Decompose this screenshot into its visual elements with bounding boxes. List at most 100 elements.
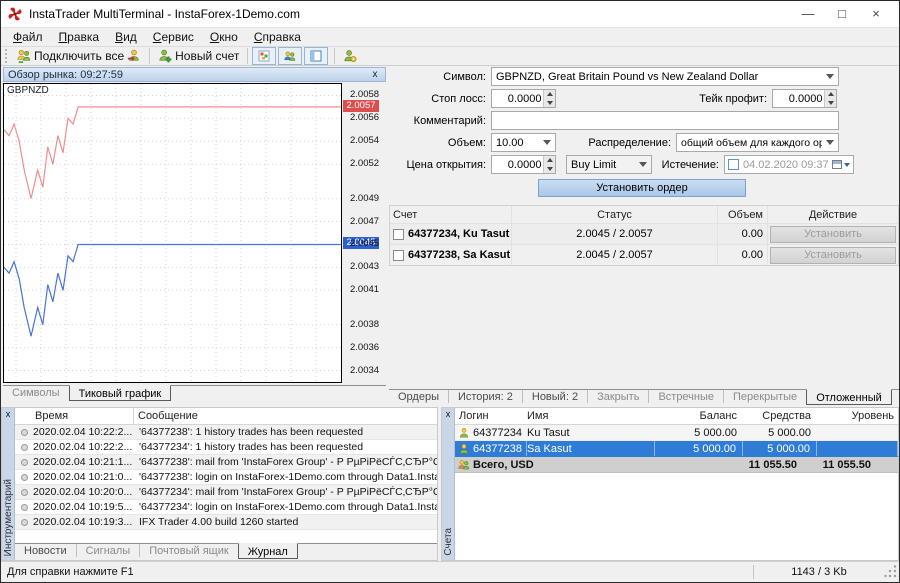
accounts-panel-label: Счета [443, 528, 454, 556]
set-order-button[interactable]: Установить [770, 226, 896, 243]
column-header-action[interactable]: Действие [767, 206, 898, 223]
connect-all-label: Подключить все [34, 49, 124, 63]
y-axis-tick: 2.0056 [350, 112, 379, 123]
menu-view[interactable]: Вид [107, 29, 145, 45]
spin-up-icon[interactable] [544, 90, 555, 99]
status-cell: 2.0045 / 2.0057 [511, 245, 717, 265]
tab-symbols[interactable]: Символы [3, 386, 69, 399]
y-axis-tick: 2.0047 [350, 216, 379, 227]
spin-up-icon[interactable] [544, 156, 555, 165]
take-profit-input[interactable] [773, 90, 824, 107]
calendar-icon [832, 160, 842, 169]
terminal-panel-icon [310, 50, 322, 62]
account-row[interactable]: 64377234 Ku Tasut 5 000.00 5 000.00 [455, 425, 898, 441]
column-header-balance[interactable]: Баланс [655, 410, 743, 422]
journal-close-icon[interactable]: x [6, 409, 11, 419]
stop-loss-spin-buttons[interactable] [543, 90, 555, 107]
open-price-input[interactable] [492, 156, 543, 173]
tab-new[interactable]: Новый: 2 [522, 390, 587, 403]
volume-cell: 0.00 [717, 224, 767, 244]
tab-tick-chart[interactable]: Тиковый график [69, 385, 172, 401]
resize-grip[interactable] [884, 565, 898, 579]
tab-overlapped[interactable]: Перекрытые [723, 390, 806, 403]
account-settings-button[interactable] [339, 47, 361, 65]
terminal-panel-toggle-button[interactable] [304, 47, 328, 65]
tick-chart[interactable]: GBPNZD [3, 83, 342, 383]
accounts-close-icon[interactable]: x [446, 409, 451, 419]
spin-down-icon[interactable] [825, 99, 836, 108]
menu-window[interactable]: Окно [202, 29, 246, 45]
tab-signals[interactable]: Сигналы [76, 544, 140, 557]
expiry-date-field[interactable]: 04.02.2020 09:37 [724, 155, 854, 174]
market-watch-title: Обзор рынка: 09:27:59 [8, 69, 123, 81]
column-header-equity[interactable]: Средства [743, 410, 817, 422]
market-watch-panel: Обзор рынка: 09:27:59 x GBPNZD 2.0057 2.… [3, 67, 386, 406]
column-header-level[interactable]: Уровень [817, 410, 898, 422]
accounts-panel-toggle-button[interactable] [278, 47, 302, 65]
spin-down-icon[interactable] [544, 99, 555, 108]
log-time: 2020.02.04 10:20:0... [33, 486, 133, 498]
chevron-down-icon [639, 162, 647, 167]
symbol-label: Символ: [389, 71, 491, 83]
tab-news[interactable]: Новости [15, 544, 76, 557]
minimize-button[interactable]: — [791, 4, 825, 24]
place-order-button[interactable]: Установить ордер [538, 179, 746, 197]
column-header-name[interactable]: Имя [527, 410, 655, 422]
new-account-button[interactable]: Новый счет [154, 47, 243, 65]
maximize-button[interactable]: □ [825, 4, 859, 24]
calendar-dropdown-button[interactable] [832, 160, 850, 169]
column-header-message[interactable]: Сообщение [133, 408, 437, 424]
tab-history[interactable]: История: 2 [448, 390, 522, 403]
menu-file[interactable]: Файл [5, 29, 51, 45]
symbol-select[interactable]: GBPNZD, Great Britain Pound vs New Zeala… [491, 67, 839, 86]
column-header-login[interactable]: Логин [455, 410, 527, 422]
column-header-time[interactable]: Время [15, 410, 133, 422]
row-checkbox[interactable] [393, 229, 404, 240]
take-profit-spin-buttons[interactable] [824, 90, 836, 107]
stop-loss-input[interactable] [492, 90, 543, 107]
accounts-group-icon [458, 459, 470, 471]
log-message: '64377234': 1 history trades has been re… [133, 441, 437, 453]
column-header-account[interactable]: Счет [390, 209, 511, 221]
log-message: '64377238': mail from 'InstaForex Group'… [133, 456, 437, 468]
volume-select[interactable]: 10.00 [491, 133, 556, 152]
tab-journal[interactable]: Журнал [238, 543, 298, 559]
journal-row: 2020.02.04 10:19:5...'64377234': login o… [15, 500, 437, 515]
order-type-select[interactable]: Buy Limit [566, 155, 652, 174]
menu-help[interactable]: Справка [246, 29, 309, 45]
market-watch-toggle-button[interactable] [252, 47, 276, 65]
ask-price-tag: 2.0057 [343, 100, 379, 112]
spin-down-icon[interactable] [544, 165, 555, 174]
connect-all-button[interactable]: Подключить все [13, 47, 145, 65]
tab-counter[interactable]: Встречные [648, 390, 723, 403]
tab-mailbox[interactable]: Почтовый ящик [139, 544, 237, 557]
journal-panel: x Инструментарий Время Сообщение 2020.02… [1, 407, 438, 561]
column-header-status[interactable]: Статус [511, 206, 717, 223]
market-watch-close-icon[interactable]: x [369, 69, 381, 80]
distribution-select[interactable]: общий объем для каждого ордера [676, 133, 839, 152]
status-cell: 2.0045 / 2.0057 [511, 224, 717, 244]
account-row-selected[interactable]: 64377238 Sa Kasut 5 000.00 5 000.00 [455, 441, 898, 457]
expiry-checkbox[interactable] [728, 159, 739, 170]
market-watch-header[interactable]: Обзор рынка: 09:27:59 x [3, 67, 386, 82]
y-axis-tick: 2.0049 [350, 193, 379, 204]
y-axis-tick: 2.0038 [350, 319, 379, 330]
column-header-volume[interactable]: Объем [717, 206, 767, 223]
close-button[interactable]: × [859, 4, 893, 24]
symbol-value: GBPNZD, Great Britain Pound vs New Zeala… [496, 71, 822, 83]
set-order-button[interactable]: Установить [770, 247, 896, 264]
volume-value: 10.00 [496, 137, 539, 149]
tab-modify[interactable]: Изменить [892, 390, 900, 403]
open-price-spin-buttons[interactable] [543, 156, 555, 173]
tab-close[interactable]: Закрыть [587, 390, 648, 403]
row-checkbox[interactable] [393, 250, 404, 261]
accounts-side-strip: x Счета [442, 408, 455, 560]
tab-pending[interactable]: Отложенный [806, 389, 892, 405]
tab-orders[interactable]: Ордеры [389, 390, 448, 403]
log-message: '64377234': login on InstaForex-1Demo.co… [133, 501, 437, 513]
comment-input[interactable] [491, 111, 839, 130]
menu-service[interactable]: Сервис [145, 29, 202, 45]
log-time: 2020.02.04 10:19:5... [33, 501, 133, 513]
menu-edit[interactable]: Правка [51, 29, 108, 45]
spin-up-icon[interactable] [825, 90, 836, 99]
